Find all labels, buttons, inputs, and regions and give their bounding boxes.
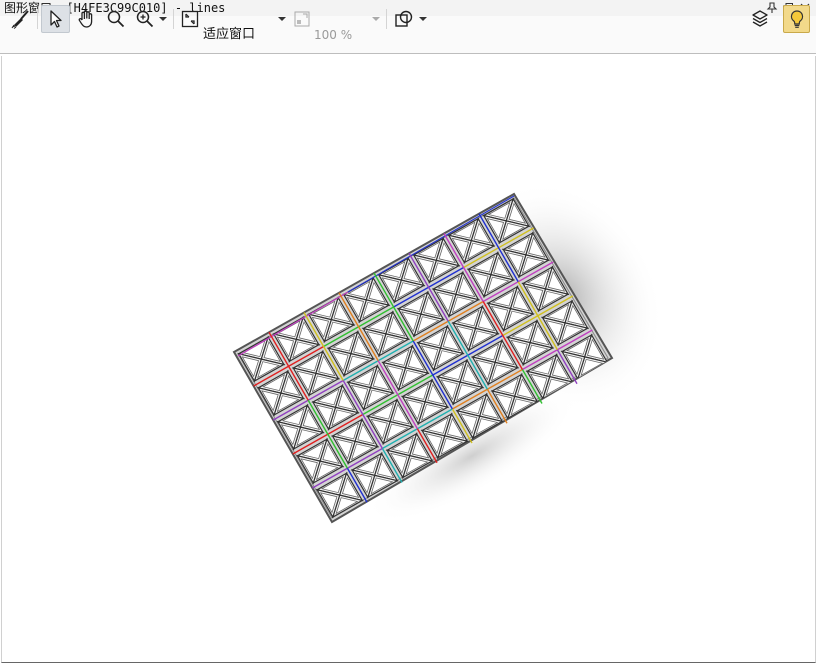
toolbar-separator bbox=[37, 9, 38, 29]
toolbar-separator bbox=[173, 9, 174, 29]
hand-icon[interactable] bbox=[73, 5, 99, 33]
zoom-in-icon[interactable] bbox=[132, 5, 158, 33]
fit-dropdown-arrow[interactable] bbox=[277, 5, 287, 33]
image-display bbox=[232, 181, 664, 524]
lightbulb-icon[interactable] bbox=[783, 5, 810, 33]
zoom-dropdown-arrow[interactable] bbox=[158, 5, 168, 33]
zoom-value: 100 % bbox=[314, 28, 353, 42]
pointer-icon[interactable] bbox=[41, 5, 70, 33]
graphics-canvas[interactable] bbox=[1, 56, 816, 663]
zoom-value-dropdown-arrow bbox=[371, 5, 381, 33]
shapes-dropdown-arrow[interactable] bbox=[418, 5, 428, 33]
toolbar-divider bbox=[0, 53, 816, 54]
shapes-icon[interactable] bbox=[391, 5, 417, 33]
fit-window-label[interactable]: 适应窗口 bbox=[203, 16, 255, 54]
toolbar-separator bbox=[386, 9, 387, 29]
broom-icon[interactable] bbox=[8, 5, 34, 33]
magnifier-icon[interactable] bbox=[103, 5, 129, 33]
fit-window-icon[interactable] bbox=[179, 5, 201, 33]
actual-size-icon bbox=[292, 5, 312, 33]
layers-icon[interactable] bbox=[747, 5, 773, 33]
